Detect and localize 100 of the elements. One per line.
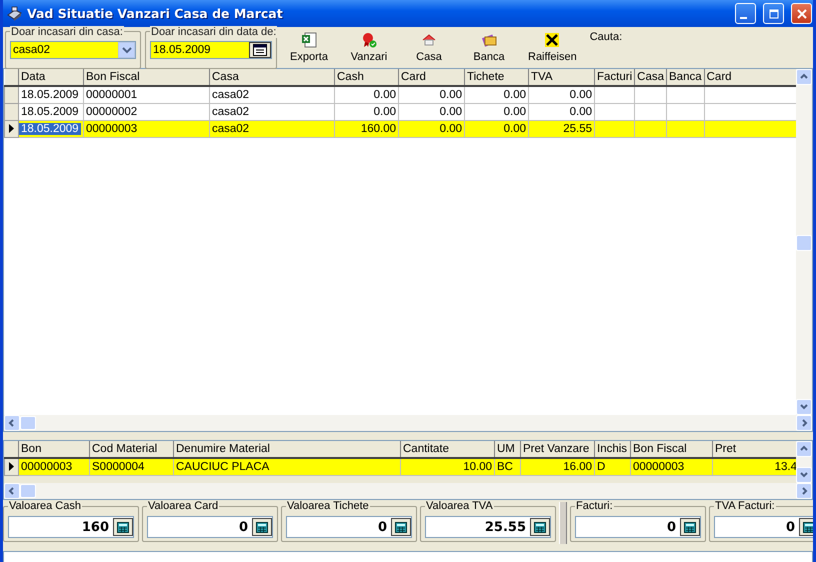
column-header[interactable]: Bon Fiscal [84, 69, 210, 86]
column-header[interactable]: Facturi [594, 69, 635, 86]
table-cell-text: 10.00 [462, 460, 493, 473]
scroll-thumb[interactable] [20, 484, 36, 498]
table-cell-text: 0.00 [372, 88, 397, 101]
close-button[interactable] [791, 3, 812, 24]
scroll-left-button[interactable] [4, 483, 20, 499]
calculator-icon [395, 522, 407, 532]
vertical-scrollbar[interactable] [796, 441, 812, 483]
row-pointer-icon [9, 124, 14, 133]
table-cell-text: 00000003 [20, 460, 74, 473]
column-header[interactable]: Card [398, 69, 464, 86]
toolbar-button[interactable]: Raiffeisen [524, 29, 581, 66]
column-header[interactable]: Pret [712, 441, 796, 458]
column-header[interactable]: Data [18, 69, 84, 86]
total-field[interactable]: 0 [286, 516, 412, 538]
calculator-button[interactable] [530, 518, 550, 536]
minimize-icon [740, 16, 746, 18]
scroll-right-button[interactable] [796, 415, 812, 431]
scroll-right-button[interactable] [796, 483, 812, 499]
table-cell-text: casa02 [211, 88, 250, 101]
cross-icon [544, 32, 560, 48]
casa-dropdown[interactable]: casa02 [10, 41, 136, 59]
column-header[interactable]: Cantitate [400, 441, 494, 458]
table-cell-text: CAUCIUC PLACA [175, 460, 270, 473]
table-cell-text: 0.00 [568, 106, 593, 118]
horizontal-scrollbar[interactable] [4, 483, 812, 499]
cards-icon [481, 32, 497, 48]
scroll-thumb[interactable] [20, 416, 36, 430]
column-header[interactable]: Pret Vanzare [520, 441, 594, 458]
filter-label: Doar incasari din data de: [150, 26, 278, 38]
calculator-icon [803, 522, 813, 532]
table-cell-text: 16.00 [562, 460, 593, 473]
table-cell-text: 0.00 [502, 122, 527, 134]
table-row[interactable]: 18.05.2009 00000003 casa02 160.00 0.00 0.00 25.55 [4, 120, 796, 137]
table-cell: 18.05.2009 [20, 122, 81, 134]
date-field[interactable]: 18.05.2009 [150, 41, 272, 59]
column-header[interactable]: Cash [334, 69, 398, 86]
table-cell-text: D [596, 460, 606, 473]
total-field[interactable]: 0 [147, 516, 273, 538]
column-header[interactable]: Tichete [464, 69, 528, 86]
maximize-button[interactable] [763, 3, 784, 24]
ribbon-icon [361, 32, 377, 48]
column-header[interactable]: Inchis [594, 441, 630, 458]
table-cell-text: 0.00 [438, 106, 463, 118]
calculator-button[interactable] [113, 518, 133, 536]
table-cell-text: 00000001 [85, 88, 138, 101]
calculator-icon [684, 522, 696, 532]
total-label: Facturi: [575, 500, 614, 512]
calendar-button[interactable] [249, 42, 271, 58]
column-header[interactable]: UM [494, 441, 520, 458]
toolbar-button[interactable]: Banca [464, 29, 514, 66]
column-header[interactable]: TVA [528, 69, 594, 86]
column-header[interactable]: Cod Material [90, 441, 174, 458]
splitter[interactable] [559, 502, 567, 544]
scroll-up-button[interactable] [796, 441, 812, 457]
table-row[interactable]: 18.05.2009 00000002 casa02 0.00 0.00 0.00 0.00 [4, 103, 796, 120]
toolbar-button[interactable]: Exporta [284, 29, 334, 66]
total-field[interactable]: 0 [714, 516, 813, 538]
total-label: Valoarea Tichete [286, 500, 370, 512]
scroll-down-button[interactable] [796, 467, 812, 483]
column-header[interactable]: Casa [210, 69, 334, 86]
calculator-button[interactable] [252, 518, 272, 536]
vertical-scrollbar[interactable] [796, 69, 812, 415]
column-header[interactable]: Bon [18, 441, 90, 458]
calculator-button[interactable] [680, 518, 700, 536]
column-header[interactable]: Card [704, 69, 796, 86]
row-pointer-icon [9, 462, 14, 472]
column-header[interactable]: Bon Fiscal [630, 441, 712, 458]
scroll-left-button[interactable] [4, 415, 20, 431]
scroll-down-button[interactable] [796, 399, 812, 415]
spreadsheet-icon [301, 32, 317, 48]
table-cell-text: 0.00 [502, 106, 527, 118]
horizontal-scrollbar[interactable] [4, 415, 812, 431]
calculator-button[interactable] [799, 518, 813, 536]
total-field[interactable]: 160 [8, 516, 134, 538]
chevron-down-icon [122, 46, 132, 54]
table-cell-text: 00000003 [85, 122, 138, 134]
total-label: Valoarea Cash [8, 500, 82, 512]
calculator-icon [256, 522, 268, 532]
minimize-button[interactable] [735, 3, 756, 24]
table-cell-text: S0000004 [91, 460, 146, 473]
toolbar-button[interactable]: Casa [404, 29, 454, 66]
scroll-up-button[interactable] [796, 69, 812, 85]
column-header[interactable]: Banca [666, 69, 704, 86]
dropdown-button[interactable] [118, 42, 135, 58]
table-cell-text: 160.00 [360, 122, 397, 134]
total-field[interactable]: 25.55 [425, 516, 551, 538]
column-header[interactable]: Denumire Material [174, 441, 400, 458]
table-cell-text: 18.05.2009 [20, 106, 80, 118]
total-field[interactable]: 0 [575, 516, 701, 538]
total-label: Valoarea Card [147, 500, 220, 512]
column-header[interactable]: Casa [634, 69, 667, 86]
toolbar-button[interactable]: Vanzari [344, 29, 394, 66]
house-icon [421, 32, 437, 48]
calculator-button[interactable] [391, 518, 411, 536]
table-row[interactable]: 18.05.2009 00000001 casa02 0.00 0.00 0.00 0.00 [4, 86, 796, 103]
scroll-thumb[interactable] [796, 235, 812, 251]
maximize-icon [768, 8, 778, 18]
table-cell-text: 0.00 [438, 88, 463, 101]
